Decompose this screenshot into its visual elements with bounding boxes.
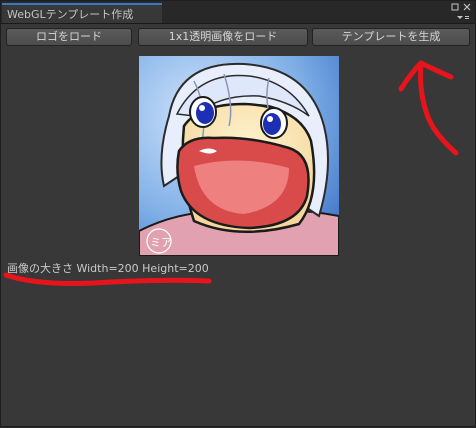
logo-preview-image: ミア (139, 56, 339, 256)
red-underline-annotation (3, 272, 212, 286)
toolbar: ロゴをロード 1x1透明画像をロード テンプレートを生成 (1, 25, 475, 49)
generate-template-button[interactable]: テンプレートを生成 (312, 28, 470, 46)
kebab-menu-icon[interactable] (456, 14, 470, 24)
tab-label: WebGLテンプレート作成 (7, 8, 134, 21)
red-arrow-annotation (398, 60, 459, 156)
maximize-icon[interactable] (451, 3, 459, 14)
image-size-label: 画像の大きさ Width=200 Height=200 (7, 262, 209, 275)
tab-webgl-template[interactable]: WebGLテンプレート作成 (2, 3, 162, 23)
load-transparent-image-button[interactable]: 1x1透明画像をロード (138, 28, 308, 46)
signature-text: ミア (150, 236, 172, 249)
load-logo-button[interactable]: ロゴをロード (6, 28, 132, 46)
editor-window: WebGLテンプレート作成 ロゴをロード 1x1透明画像をロード テンプレートを… (0, 0, 476, 427)
title-bar: WebGLテンプレート作成 (1, 1, 475, 24)
close-icon[interactable] (463, 3, 471, 14)
